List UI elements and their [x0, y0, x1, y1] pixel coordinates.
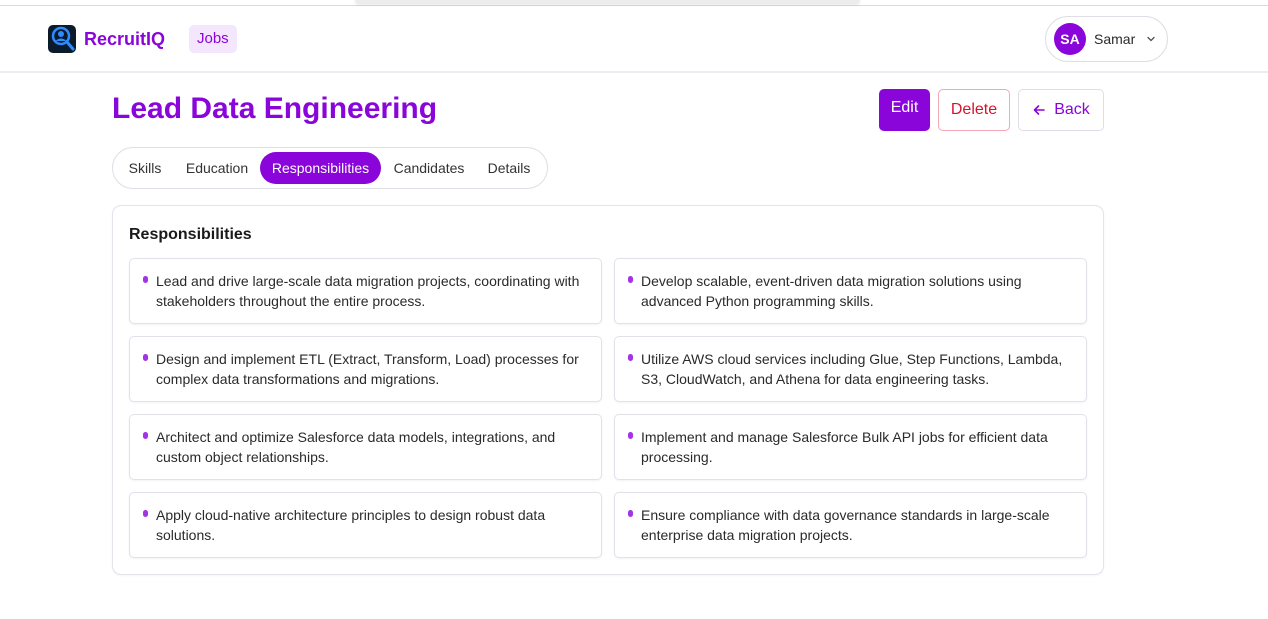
back-button-label: Back [1054, 101, 1090, 118]
list-item: Design and implement ETL (Extract, Trans… [129, 336, 602, 402]
bullet-dot-icon [628, 276, 633, 283]
user-name: Samar [1094, 31, 1136, 47]
job-tabs: Skills Education Responsibilities Candid… [112, 147, 548, 189]
page-title: Lead Data Engineering [112, 92, 438, 125]
recruitiq-logo-icon[interactable] [48, 25, 76, 53]
browser-tab-hint [355, 0, 860, 3]
list-item: Apply cloud-native architecture principl… [129, 492, 602, 558]
list-item: Implement and manage Salesforce Bulk API… [614, 414, 1087, 480]
tab-candidates[interactable]: Candidates [383, 152, 475, 184]
bullet-dot-icon [143, 354, 148, 361]
tab-education[interactable]: Education [175, 152, 259, 184]
responsibility-text: Utilize AWS cloud services including Glu… [641, 351, 1063, 387]
brand-name[interactable]: RecruitIQ [84, 29, 165, 50]
responsibilities-card: Responsibilities Lead and drive large-sc… [112, 205, 1104, 575]
tab-skills[interactable]: Skills [117, 152, 173, 184]
responsibility-text: Ensure compliance with data governance s… [641, 507, 1050, 543]
list-item: Lead and drive large-scale data migratio… [129, 258, 602, 324]
responsibility-text: Apply cloud-native architecture principl… [156, 507, 546, 543]
responsibility-text: Develop scalable, event-driven data migr… [641, 273, 1022, 309]
bullet-dot-icon [628, 354, 633, 361]
bullet-dot-icon [628, 432, 633, 439]
list-item: Develop scalable, event-driven data migr… [614, 258, 1087, 324]
responsibility-text: Implement and manage Salesforce Bulk API… [641, 429, 1048, 465]
avatar: SA [1054, 23, 1086, 55]
edit-button[interactable]: Edit [879, 89, 930, 131]
list-item: Architect and optimize Salesforce data m… [129, 414, 602, 480]
bullet-dot-icon [143, 432, 148, 439]
tab-responsibilities[interactable]: Responsibilities [260, 152, 381, 184]
responsibilities-list: Lead and drive large-scale data migratio… [129, 258, 1087, 558]
tab-details[interactable]: Details [477, 152, 541, 184]
list-item: Ensure compliance with data governance s… [614, 492, 1087, 558]
user-menu-button[interactable]: SA Samar [1045, 16, 1168, 62]
delete-button[interactable]: Delete [938, 89, 1010, 131]
arrow-left-icon [1033, 105, 1046, 115]
nav-jobs-link[interactable]: Jobs [189, 25, 237, 53]
responsibility-text: Lead and drive large-scale data migratio… [156, 273, 580, 309]
bullet-dot-icon [143, 276, 148, 283]
bullet-dot-icon [143, 510, 148, 517]
chevron-down-icon [1147, 36, 1155, 42]
app-header: RecruitIQ Jobs SA Samar [0, 6, 1268, 73]
responsibility-text: Design and implement ETL (Extract, Trans… [156, 351, 579, 387]
responsibility-text: Architect and optimize Salesforce data m… [156, 429, 556, 465]
bullet-dot-icon [628, 510, 633, 517]
list-item: Utilize AWS cloud services including Glu… [614, 336, 1087, 402]
responsibilities-heading: Responsibilities [129, 226, 252, 243]
back-button[interactable]: Back [1018, 89, 1104, 131]
